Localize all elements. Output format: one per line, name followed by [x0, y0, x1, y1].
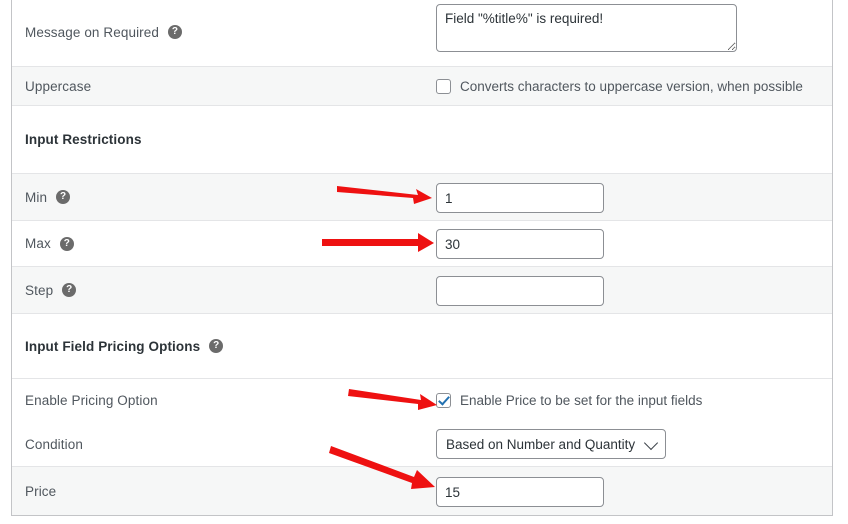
field-max [436, 229, 604, 259]
row-uppercase: Uppercase Converts characters to upperca… [12, 66, 832, 105]
label-step-text: Step [25, 282, 54, 298]
field-uppercase: Converts characters to uppercase version… [436, 79, 803, 94]
field-condition: Based on Number and Quantity [436, 429, 667, 459]
field-enable-pricing-option: Enable Price to be set for the input fie… [436, 393, 702, 408]
row-min: Min ? [12, 173, 832, 220]
label-price: Price [25, 484, 56, 499]
section-header-input-field-pricing-options: Input Field Pricing Options ? [25, 338, 224, 354]
row-enable-pricing-option: Enable Pricing Option Enable Price to be… [12, 378, 832, 422]
min-input[interactable] [436, 183, 604, 213]
label-max: Max ? [25, 236, 74, 251]
row-condition: Condition Based on Number and Quantity [12, 422, 832, 466]
enable-pricing-checkbox-wrap[interactable]: Enable Price to be set for the input fie… [436, 393, 702, 408]
row-message-on-required: Message on Required ? Field "%title%" is… [12, 0, 832, 66]
max-input[interactable] [436, 229, 604, 259]
section-header-input-field-pricing-options-text: Input Field Pricing Options [25, 338, 201, 354]
field-settings-panel: Message on Required ? Field "%title%" is… [11, 0, 833, 516]
chevron-down-icon [644, 435, 659, 451]
label-message-on-required: Message on Required ? [25, 25, 182, 40]
field-message-on-required: Field "%title%" is required! [436, 4, 737, 52]
step-input[interactable] [436, 276, 604, 306]
price-input[interactable] [436, 477, 604, 507]
uppercase-checkbox-wrap[interactable]: Converts characters to uppercase version… [436, 79, 803, 94]
section-header-input-restrictions-text: Input Restrictions [25, 132, 142, 147]
field-step [436, 276, 604, 306]
row-max: Max ? [12, 220, 832, 266]
label-min-text: Min [25, 189, 48, 205]
help-icon-min[interactable]: ? [56, 190, 71, 204]
uppercase-checkbox[interactable] [436, 79, 451, 94]
label-uppercase: Uppercase [25, 79, 91, 94]
label-uppercase-text: Uppercase [25, 78, 92, 94]
row-section-input-field-pricing-options: Input Field Pricing Options ? [12, 313, 832, 378]
row-price: Price [12, 466, 832, 515]
field-min [436, 183, 604, 213]
label-enable-pricing-option: Enable Pricing Option [25, 393, 158, 408]
help-icon-message-on-required[interactable]: ? [167, 25, 182, 39]
label-enable-pricing-option-text: Enable Pricing Option [25, 393, 158, 408]
label-price-text: Price [25, 483, 57, 499]
row-step: Step ? [12, 266, 832, 313]
help-icon-input-field-pricing-options[interactable]: ? [209, 339, 224, 353]
label-message-on-required-text: Message on Required [25, 24, 159, 40]
enable-pricing-checkbox-label: Enable Price to be set for the input fie… [460, 393, 703, 408]
field-price [436, 477, 604, 507]
label-condition-text: Condition [25, 436, 83, 452]
label-min: Min ? [25, 189, 71, 205]
label-step: Step ? [25, 282, 77, 298]
message-on-required-textarea[interactable]: Field "%title%" is required! [436, 4, 737, 52]
condition-select-value: Based on Number and Quantity [446, 436, 636, 452]
label-condition: Condition [25, 437, 83, 452]
uppercase-checkbox-label: Converts characters to uppercase version… [460, 79, 803, 94]
help-icon-step[interactable]: ? [62, 283, 77, 297]
label-max-text: Max [25, 236, 51, 251]
section-header-input-restrictions: Input Restrictions [25, 132, 142, 147]
row-section-input-restrictions: Input Restrictions [12, 105, 832, 173]
help-icon-max[interactable]: ? [59, 236, 74, 251]
condition-select[interactable]: Based on Number and Quantity [436, 429, 667, 459]
enable-pricing-checkbox[interactable] [436, 393, 451, 408]
